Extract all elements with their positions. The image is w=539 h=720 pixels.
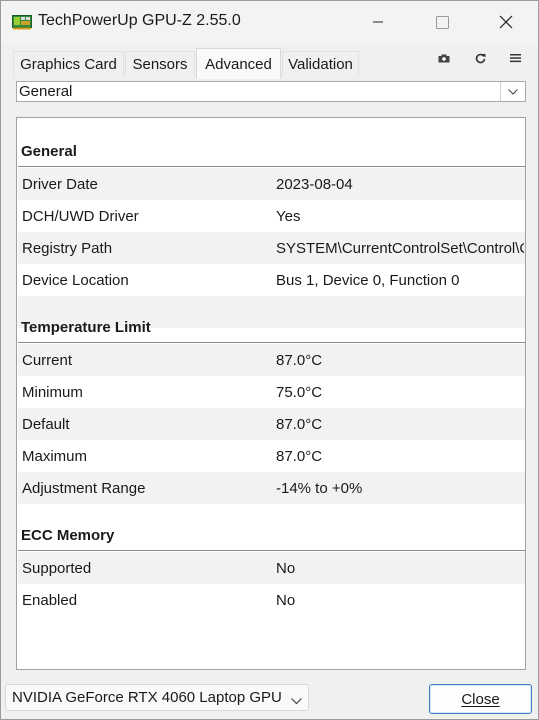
property-name: DCH/UWD Driver: [22, 208, 139, 225]
property-name: Maximum: [22, 448, 88, 465]
close-button-label: Close: [461, 690, 500, 708]
minimize-icon: [373, 21, 383, 23]
property-value: 87.0°C: [276, 448, 323, 465]
table-row[interactable]: DCH/UWD Driver Yes: [18, 200, 525, 232]
tab-validation[interactable]: Validation: [282, 51, 359, 77]
property-value: 2023-08-04: [276, 176, 353, 193]
menu-icon[interactable]: [507, 51, 523, 65]
table-row[interactable]: Device Location Bus 1, Device 0, Functio…: [18, 264, 525, 296]
property-name: Registry Path: [22, 240, 113, 257]
section-divider: [18, 550, 525, 551]
property-value: Yes: [276, 208, 301, 225]
property-value: SYSTEM\CurrentControlSet\Control\Cl: [276, 240, 524, 257]
close-window-button[interactable]: [473, 1, 539, 43]
property-name: Driver Date: [22, 176, 98, 193]
table-row[interactable]: Maximum 87.0°C: [18, 440, 525, 472]
section-title-general: General: [21, 143, 77, 160]
gpu-selector[interactable]: NVIDIA GeForce RTX 4060 Laptop GPU: [5, 684, 309, 711]
category-dropdown[interactable]: General: [16, 81, 526, 102]
table-row[interactable]: Minimum 75.0°C: [18, 376, 525, 408]
close-button[interactable]: Close: [429, 684, 532, 714]
property-value: 87.0°C: [276, 352, 323, 369]
property-name: Adjustment Range: [22, 480, 146, 497]
property-value: 87.0°C: [276, 416, 323, 433]
section-divider: [18, 342, 525, 343]
gpu-selector-value: NVIDIA GeForce RTX 4060 Laptop GPU: [12, 689, 282, 706]
chevron-down-icon[interactable]: [500, 82, 525, 101]
tab-advanced[interactable]: Advanced: [196, 48, 281, 79]
table-row[interactable]: Default 87.0°C: [18, 408, 525, 440]
gpuz-app-icon: [12, 15, 32, 30]
tab-sensors[interactable]: Sensors: [125, 51, 195, 77]
property-name: Minimum: [22, 384, 83, 401]
property-value: Bus 1, Device 0, Function 0: [276, 272, 460, 289]
camera-icon[interactable]: [436, 51, 452, 65]
table-row[interactable]: Supported No: [18, 552, 525, 584]
window-title: TechPowerUp GPU-Z 2.55.0: [38, 12, 241, 29]
minimize-button[interactable]: [345, 1, 411, 43]
property-name: Current: [22, 352, 73, 369]
section-title-ecc-memory: ECC Memory: [21, 527, 115, 544]
property-name: Default: [22, 416, 70, 433]
gpuz-window: TechPowerUp GPU-Z 2.55.0 Graphics Card S…: [0, 0, 539, 720]
refresh-icon[interactable]: [472, 51, 488, 65]
title-bar[interactable]: TechPowerUp GPU-Z 2.55.0: [1, 1, 538, 43]
maximize-button[interactable]: [409, 1, 475, 43]
table-row[interactable]: Registry Path SYSTEM\CurrentControlSet\C…: [18, 232, 525, 264]
table-row[interactable]: Current 87.0°C: [18, 344, 525, 376]
section-title-temperature-limit: Temperature Limit: [21, 319, 151, 336]
table-row[interactable]: Enabled No: [18, 584, 525, 616]
property-name: Supported: [22, 560, 92, 577]
close-icon: [499, 15, 513, 29]
section-divider: [18, 166, 525, 167]
property-name: Device Location: [22, 272, 129, 289]
table-row[interactable]: Driver Date 2023-08-04: [18, 168, 525, 200]
category-dropdown-value: General: [19, 83, 73, 100]
maximize-icon: [435, 15, 449, 29]
property-value: No: [276, 560, 296, 577]
tab-bar: Graphics Card Sensors Advanced Validatio…: [1, 43, 538, 79]
tab-graphics-card[interactable]: Graphics Card: [13, 51, 124, 77]
property-value: 75.0°C: [276, 384, 323, 401]
chevron-down-icon: [291, 692, 302, 709]
property-value: -14% to +0%: [276, 480, 363, 497]
property-name: Enabled: [22, 592, 78, 609]
table-row[interactable]: Adjustment Range -14% to +0%: [18, 472, 525, 504]
properties-panel[interactable]: General Driver Date 2023-08-04 DCH/UWD D…: [16, 117, 526, 670]
property-value: No: [276, 592, 296, 609]
